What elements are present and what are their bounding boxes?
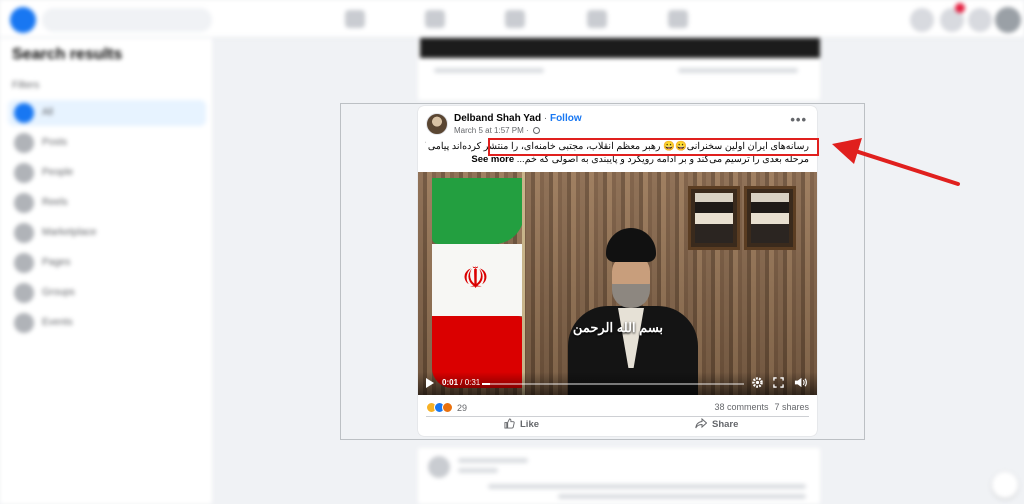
placeholder-line <box>434 68 544 73</box>
sidebar-item-posts[interactable]: Posts <box>8 130 206 156</box>
all-icon <box>14 103 34 123</box>
next-post-avatar <box>428 456 450 478</box>
sidebar-item-events[interactable]: Events <box>8 310 206 336</box>
actions-divider <box>426 416 809 417</box>
engagement-stats: 38 comments 7 shares <box>708 402 809 412</box>
globe-icon <box>532 127 540 134</box>
video-player[interactable]: ☫ بسم الله الرحمن 0:01 / 0:31 <box>418 172 817 395</box>
reaction-count: 29 <box>457 403 468 413</box>
video-nav-icon[interactable] <box>425 10 445 28</box>
fullscreen-icon[interactable] <box>773 377 784 388</box>
flag-emblem-icon: ☫ <box>462 262 489 295</box>
posts-icon <box>14 133 34 153</box>
author-avatar[interactable] <box>426 113 448 135</box>
share-button[interactable]: Share <box>695 417 739 434</box>
search-sidebar: Search results Filters All Posts People … <box>0 38 212 504</box>
flag-pole <box>522 172 525 395</box>
placeholder-line <box>488 484 806 489</box>
post-date-text: March 5 at 1:57 PM · <box>454 126 529 135</box>
sidebar-item-label: Marketplace <box>42 227 97 238</box>
post-timestamp[interactable]: March 5 at 1:57 PM · <box>454 126 540 135</box>
notifications-icon[interactable] <box>968 8 992 32</box>
like-label: Like <box>520 419 540 430</box>
events-icon <box>14 313 34 333</box>
time-separator: / <box>458 378 465 387</box>
sidebar-item-marketplace[interactable]: Marketplace <box>8 220 206 246</box>
video-subtitle: بسم الله الرحمن <box>572 320 664 335</box>
sidebar-item-reels[interactable]: Reels <box>8 190 206 216</box>
like-button[interactable]: Like <box>504 418 539 434</box>
pages-icon <box>14 253 34 273</box>
header-separator: · <box>543 113 548 124</box>
previous-video-strip <box>420 38 820 58</box>
scroll-button[interactable] <box>992 472 1018 498</box>
next-post-card <box>418 448 820 504</box>
red-arrow-annotation-icon <box>832 138 960 186</box>
video-progress-fill <box>482 383 490 385</box>
home-nav-icon[interactable] <box>345 10 365 28</box>
groups-nav-icon[interactable] <box>587 10 607 28</box>
author-name[interactable]: Delband Shah Yad <box>454 113 541 124</box>
sidebar-item-label: Reels <box>42 197 68 208</box>
sidebar-item-label: Events <box>42 317 73 328</box>
sidebar-item-label: All <box>42 107 54 118</box>
volume-icon[interactable] <box>794 376 807 389</box>
share-arrow-icon <box>695 417 708 429</box>
more-options-icon[interactable]: ••• <box>790 112 807 127</box>
notification-badge <box>955 3 965 13</box>
sidebar-filters-label: Filters <box>12 80 40 91</box>
placeholder-line <box>678 68 798 73</box>
people-icon <box>14 163 34 183</box>
sidebar-item-pages[interactable]: Pages <box>8 250 206 276</box>
reels-icon <box>14 193 34 213</box>
shares-count[interactable]: 7 shares <box>774 402 809 412</box>
reactions-summary[interactable]: 29 <box>426 402 467 413</box>
sidebar-item-people[interactable]: People <box>8 160 206 186</box>
follow-button[interactable]: Follow <box>550 113 582 124</box>
highlight-box-annotation <box>488 138 819 156</box>
top-navigation-bar <box>0 0 1024 38</box>
video-duration: 0:31 <box>464 378 481 387</box>
marketplace-nav-icon[interactable] <box>505 10 525 28</box>
angry-reaction-icon <box>442 402 453 413</box>
groups-icon <box>14 283 34 303</box>
video-time: 0:01 / 0:31 <box>442 378 480 387</box>
thumbs-up-icon <box>504 418 515 429</box>
menu-grid-icon[interactable] <box>910 8 934 32</box>
account-avatar[interactable] <box>995 7 1021 33</box>
sidebar-item-label: People <box>42 167 74 178</box>
gaming-nav-icon[interactable] <box>668 10 688 28</box>
marketplace-icon <box>14 223 34 243</box>
placeholder-line <box>558 494 806 499</box>
portrait-frame-right <box>744 186 796 250</box>
video-progress-bar[interactable] <box>482 383 744 385</box>
comments-count[interactable]: 38 comments <box>714 402 768 412</box>
placeholder-line <box>458 458 528 463</box>
video-controls: 0:01 / 0:31 <box>418 372 817 395</box>
search-input[interactable] <box>42 8 212 32</box>
current-time: 0:01 <box>442 378 459 387</box>
sidebar-item-all[interactable]: All <box>8 100 206 126</box>
share-label: Share <box>712 419 739 430</box>
sidebar-item-label: Pages <box>42 257 71 268</box>
speaker-figure <box>568 228 698 395</box>
sidebar-item-label: Groups <box>42 287 75 298</box>
sidebar-item-groups[interactable]: Groups <box>8 280 206 306</box>
placeholder-line <box>458 468 498 473</box>
play-icon[interactable] <box>426 378 434 388</box>
sidebar-title: Search results <box>12 46 123 63</box>
sidebar-item-label: Posts <box>42 137 68 148</box>
post-header: Delband Shah Yad · Follow <box>454 113 582 124</box>
iran-flag: ☫ <box>432 178 524 388</box>
facebook-logo-icon[interactable] <box>10 7 36 33</box>
settings-gear-icon[interactable] <box>751 376 764 389</box>
